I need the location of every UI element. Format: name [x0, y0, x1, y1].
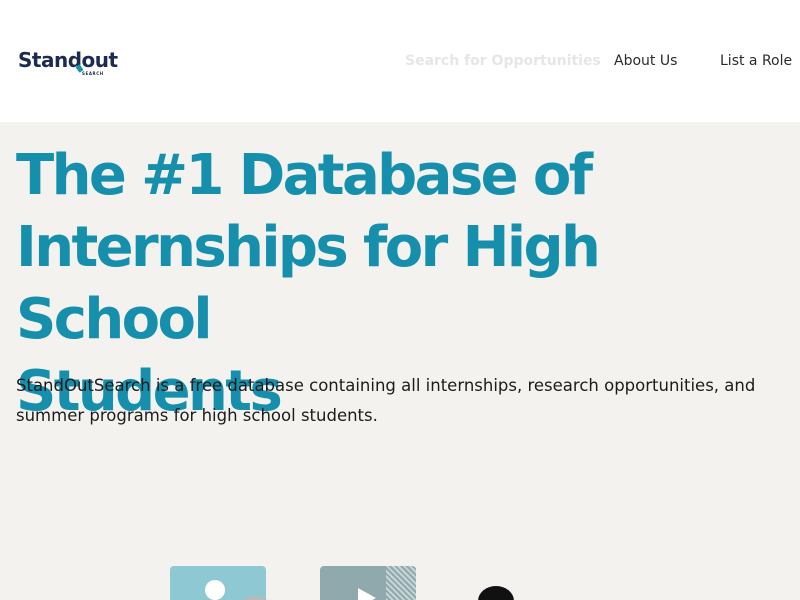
person-head-shape — [205, 580, 225, 600]
nav-search-opportunities[interactable]: Search for Opportunities — [405, 52, 601, 70]
nav-about-us[interactable]: About Us — [614, 52, 677, 70]
play-icon — [320, 566, 416, 600]
texture-pattern — [386, 566, 416, 600]
logo-subtext: SEARCH — [82, 71, 104, 76]
user-image-icon — [170, 566, 270, 600]
site-header: Standout SEARCH Search for Opportunities… — [0, 0, 800, 122]
nav-list-a-role[interactable]: List a Role — [720, 52, 792, 70]
hero-title-line-2: Internships for High School — [16, 215, 601, 352]
person-silhouette-icon — [478, 586, 514, 600]
hero-title-line-1: The #1 Database of — [16, 143, 593, 208]
standout-logo[interactable]: Standout SEARCH — [18, 46, 118, 78]
hero-description: StandOutSearch is a free database contai… — [16, 376, 756, 425]
logo-wordmark: Standout — [18, 48, 118, 72]
play-triangle — [358, 588, 376, 600]
decorative-blob — [240, 596, 270, 600]
